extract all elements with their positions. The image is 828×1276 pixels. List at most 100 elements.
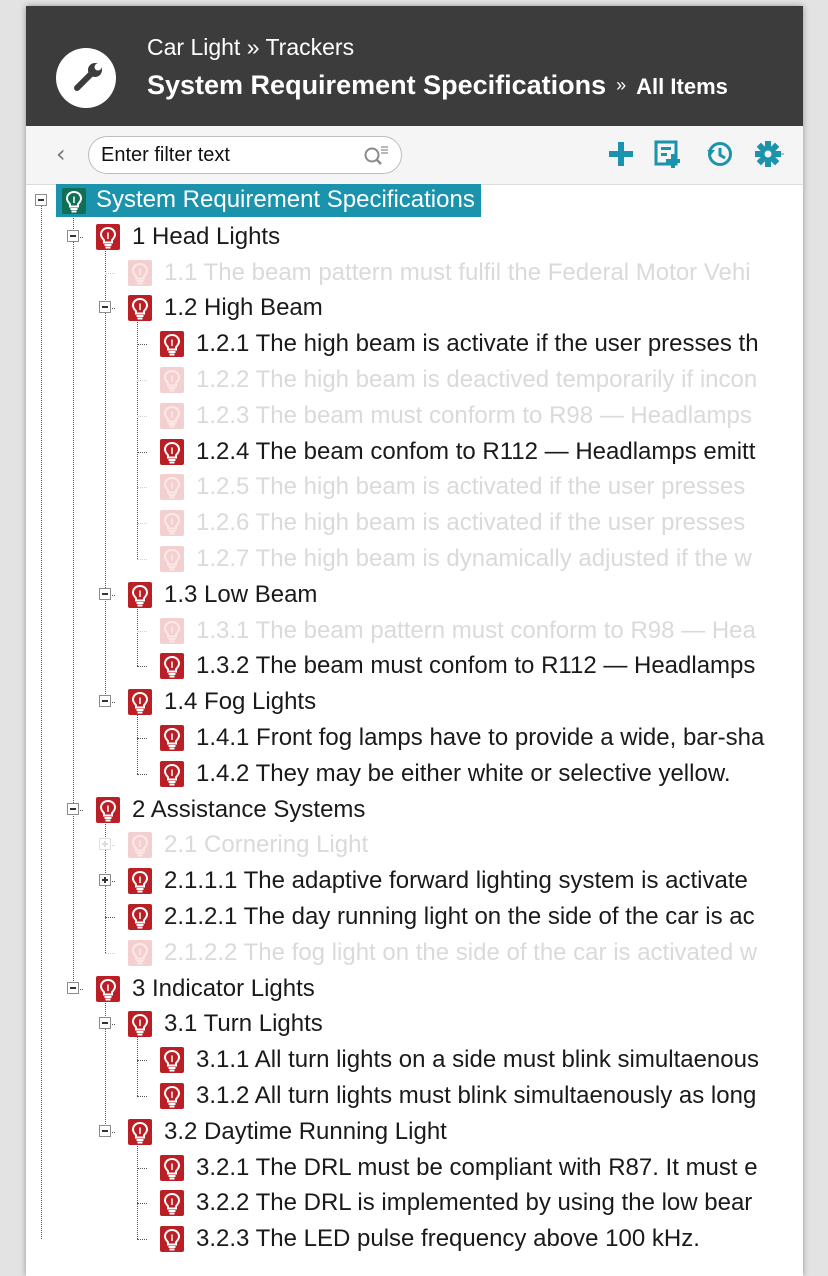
- requirement-bulb-icon: [160, 438, 184, 465]
- title-separator: »: [616, 75, 627, 95]
- tree-item-label: 3.2.3 The LED pulse frequency above 100 …: [196, 1225, 700, 1253]
- tree-row[interactable]: 2 Assistance Systems: [26, 793, 803, 827]
- tree-row[interactable]: 3.1.1 All turn lights on a side must bli…: [26, 1043, 803, 1077]
- tree-row[interactable]: 1.2.5 The high beam is activated if the …: [26, 470, 803, 504]
- requirement-bulb-icon: [128, 259, 152, 286]
- breadcrumb[interactable]: Car Light » Trackers: [147, 34, 354, 61]
- tree-item-label: 1.4.1 Front fog lamps have to provide a …: [196, 724, 765, 751]
- tree-item-label: 3.1 Turn Lights: [164, 1010, 323, 1038]
- requirement-bulb-icon: [128, 295, 152, 322]
- requirement-bulb-icon: [160, 1190, 184, 1217]
- tree-row[interactable]: 1.4 Fog Lights: [26, 685, 803, 719]
- tree-row[interactable]: 3.2.3 The LED pulse frequency above 100 …: [26, 1222, 803, 1256]
- tree-item-label: 3.2 Daytime Running Light: [164, 1117, 447, 1145]
- requirement-bulb-icon: [128, 689, 152, 716]
- tree-row[interactable]: 1.2.1 The high beam is activate if the u…: [26, 327, 803, 361]
- tree-row[interactable]: 3.1 Turn Lights: [26, 1007, 803, 1041]
- tree-item-label: 1.2.6 The high beam is activated if the …: [196, 509, 746, 537]
- requirement-bulb-icon: [128, 939, 152, 966]
- filter-input[interactable]: [101, 143, 351, 167]
- add-icon[interactable]: [608, 140, 634, 168]
- requirement-bulb-icon: [160, 1083, 184, 1109]
- tree-item-label: 2.1.1.1 The adaptive forward lighting sy…: [164, 867, 748, 895]
- tree-item-label: 3.1.1 All turn lights on a side must bli…: [196, 1046, 759, 1074]
- tree-item-label: 1.3.2 The beam must confom to R112 — Hea…: [196, 652, 756, 680]
- search-options-icon[interactable]: [363, 144, 389, 168]
- tree-row[interactable]: 1.1 The beam pattern must fulfil the Fed…: [26, 256, 803, 290]
- tree-row[interactable]: 3.1.2 All turn lights must blink simulta…: [26, 1079, 803, 1113]
- tree-item-label: 2.1.2.1 The day running light on the sid…: [164, 903, 755, 930]
- tree-row[interactable]: 1.2.4 The beam confom to R112 — Headlamp…: [26, 435, 803, 469]
- expand-icon[interactable]: [99, 874, 111, 887]
- collapse-icon[interactable]: [99, 695, 111, 708]
- tree-item-label: 1.1 The beam pattern must fulfil the Fed…: [164, 258, 751, 286]
- app-window: Car Light » Trackers System Requirement …: [26, 6, 803, 1276]
- tree-row[interactable]: 3.2.1 The DRL must be compliant with R87…: [26, 1151, 803, 1185]
- tree-item-label: 2 Assistance Systems: [132, 795, 366, 823]
- tree-row[interactable]: 1.2 High Beam: [26, 291, 803, 325]
- tree-row[interactable]: 1.4.2 They may be either white or select…: [26, 757, 803, 791]
- collapse-icon[interactable]: [35, 194, 47, 206]
- requirement-bulb-icon: [160, 617, 184, 644]
- tree-row[interactable]: 1.2.2 The high beam is deactived tempora…: [26, 363, 803, 397]
- collapse-icon[interactable]: [67, 229, 79, 242]
- tree-row[interactable]: 1.3 Low Beam: [26, 578, 803, 612]
- tree-item-label: System Requirement Specifications: [56, 184, 481, 217]
- chevron-left-icon[interactable]: ‹: [56, 140, 66, 168]
- history-icon[interactable]: [706, 140, 734, 168]
- requirement-bulb-icon: [160, 653, 184, 680]
- tree-item-label: 1 Head Lights: [132, 222, 281, 250]
- tree-row[interactable]: 2.1 Cornering Light: [26, 828, 803, 862]
- tree-item-label: 1.2 High Beam: [164, 294, 323, 322]
- page-title[interactable]: System Requirement Specifications: [147, 70, 606, 100]
- tree-item-label: 1.2.5 The high beam is activated if the …: [196, 473, 746, 501]
- requirement-bulb-icon: [160, 546, 184, 572]
- tree-item-label: 1.2.1 The high beam is activate if the u…: [196, 330, 759, 358]
- app-logo[interactable]: [56, 48, 116, 108]
- tree-row[interactable]: 2.1.2.1 The day running light on the sid…: [26, 900, 803, 934]
- expand-icon[interactable]: [99, 838, 111, 851]
- tree-item-label: 1.4.2 They may be either white or select…: [196, 759, 731, 787]
- requirement-bulb-icon: [160, 1226, 184, 1253]
- requirement-bulb-icon: [160, 367, 184, 393]
- add-child-icon[interactable]: [654, 140, 682, 170]
- requirement-bulb-icon: [128, 581, 152, 608]
- collapse-icon[interactable]: [67, 981, 79, 994]
- tree-item-label: 1.2.7 The high beam is dynamically adjus…: [196, 545, 752, 572]
- requirement-bulb-icon: [128, 904, 152, 930]
- tree-item-label: 3 Indicator Lights: [132, 974, 315, 1002]
- tree-row[interactable]: 3 Indicator Lights: [26, 972, 803, 1006]
- tree-root-row[interactable]: System Requirement Specifications: [26, 184, 803, 218]
- wrench-icon: [74, 63, 102, 91]
- tree-row[interactable]: 1 Head Lights: [26, 220, 803, 254]
- tree-item-label: 1.4 Fog Lights: [164, 688, 317, 716]
- collapse-icon[interactable]: [99, 1124, 111, 1137]
- tree-row[interactable]: 1.4.1 Front fog lamps have to provide a …: [26, 721, 803, 755]
- tree-row[interactable]: 1.3.2 The beam must confom to R112 — Hea…: [26, 649, 803, 683]
- requirement-bulb-icon: [96, 796, 120, 823]
- tree-row[interactable]: 1.3.1 The beam pattern must conform to R…: [26, 614, 803, 648]
- tree-item-label: 1.3.1 The beam pattern must conform to R…: [196, 616, 756, 644]
- tree-item-label: 1.2.2 The high beam is deactived tempora…: [196, 366, 758, 393]
- collapse-icon[interactable]: [99, 301, 111, 314]
- tree-row[interactable]: 1.2.6 The high beam is activated if the …: [26, 506, 803, 540]
- settings-icon[interactable]: [754, 140, 784, 168]
- app-header: Car Light » Trackers System Requirement …: [26, 6, 803, 126]
- collapse-icon[interactable]: [99, 1017, 111, 1030]
- filter-box: [88, 136, 402, 174]
- tree-row[interactable]: 3.2.2 The DRL is implemented by using th…: [26, 1186, 803, 1220]
- tree-row[interactable]: 2.1.1.1 The adaptive forward lighting sy…: [26, 864, 803, 898]
- tree-item-label: 3.2.1 The DRL must be compliant with R87…: [196, 1153, 758, 1181]
- tree-row[interactable]: 3.2 Daytime Running Light: [26, 1115, 803, 1149]
- collapse-icon[interactable]: [67, 802, 79, 815]
- collapse-icon[interactable]: [99, 587, 111, 600]
- tree-row[interactable]: 2.1.2.2 The fog light on the side of the…: [26, 936, 803, 970]
- requirement-bulb-icon: [128, 1011, 152, 1038]
- tree-row[interactable]: 1.2.3 The beam must conform to R98 — Hea…: [26, 399, 803, 433]
- requirement-bulb-icon: [160, 1154, 184, 1181]
- tree-item-label: 3.2.2 The DRL is implemented by using th…: [196, 1189, 753, 1217]
- tree-toolbar: ‹: [26, 126, 803, 185]
- tree-row[interactable]: 1.2.7 The high beam is dynamically adjus…: [26, 542, 803, 576]
- requirement-bulb-icon: [128, 868, 152, 895]
- view-selector[interactable]: All Items: [636, 74, 728, 99]
